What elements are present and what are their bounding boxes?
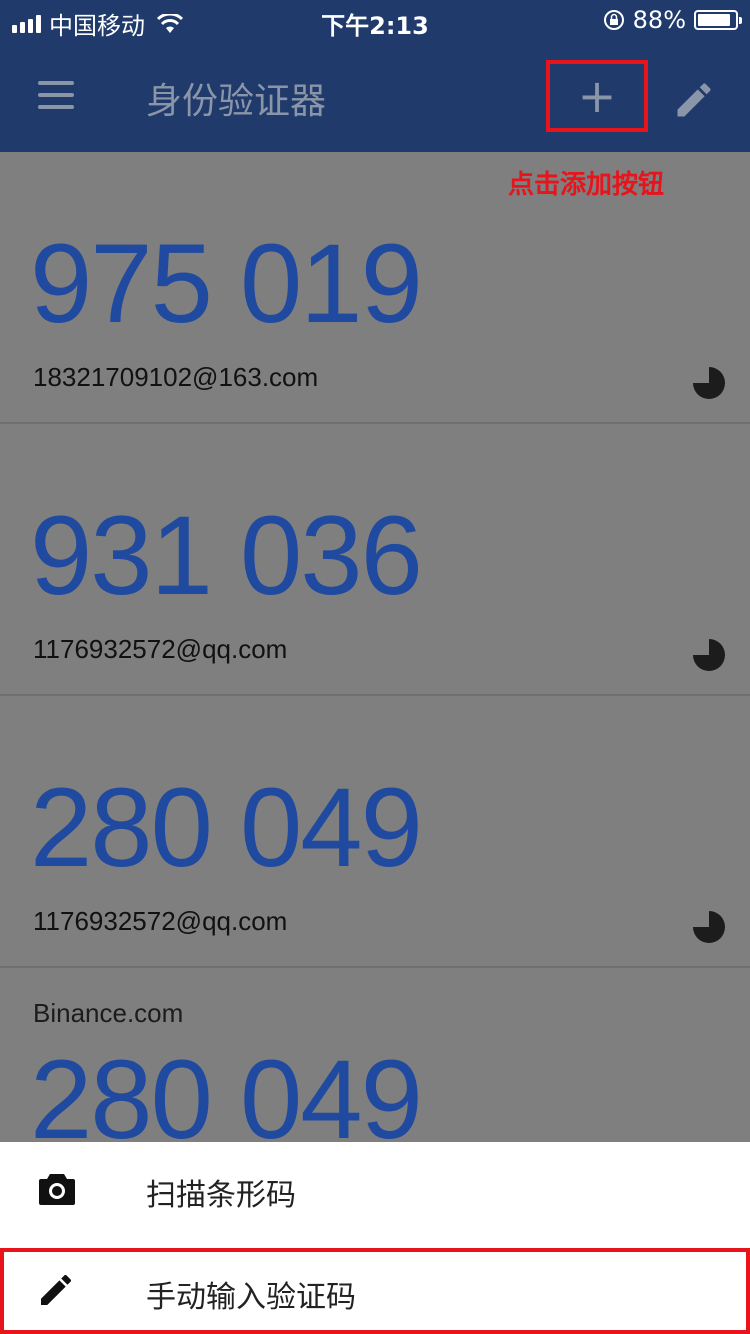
orientation-lock-icon [603,10,624,30]
status-bar: 中国移动 下午2:13 88% [0,0,750,40]
add-button[interactable]: + [546,60,648,132]
code-item[interactable]: 975 019 18321709102@163.com [0,152,750,424]
battery-percent: 88% [632,6,686,34]
issuer-label: Binance.com [33,998,184,1028]
account-label: 18321709102@163.com [33,362,319,392]
account-label: 1176932572@qq.com [33,634,288,664]
status-right: 88% [603,6,742,34]
add-account-sheet: 扫描条形码 手动输入验证码 [0,1142,750,1334]
timer-icon [693,911,725,943]
pencil-icon [41,1274,72,1305]
otp-code: 280 049 [30,765,423,890]
manual-entry-option[interactable]: 手动输入验证码 [0,1248,750,1334]
camera-icon [39,1174,75,1205]
otp-code: 975 019 [30,221,423,346]
app-bar: 身份验证器 + [0,40,750,152]
timer-icon [693,639,725,671]
pencil-icon[interactable] [672,78,716,122]
account-label: 1176932572@qq.com [33,906,288,936]
scan-barcode-option[interactable]: 扫描条形码 [0,1142,750,1238]
code-item[interactable]: 280 049 1176932572@qq.com [0,696,750,968]
plus-icon: + [577,69,617,123]
hamburger-menu-icon[interactable] [38,81,74,109]
timer-icon [693,367,725,399]
page-title: 身份验证器 [146,81,327,122]
battery-icon [694,10,742,30]
scan-barcode-label: 扫描条形码 [146,1178,296,1213]
manual-entry-label: 手动输入验证码 [146,1280,356,1315]
code-item[interactable]: 931 036 1176932572@qq.com [0,424,750,696]
otp-code: 931 036 [30,493,423,618]
